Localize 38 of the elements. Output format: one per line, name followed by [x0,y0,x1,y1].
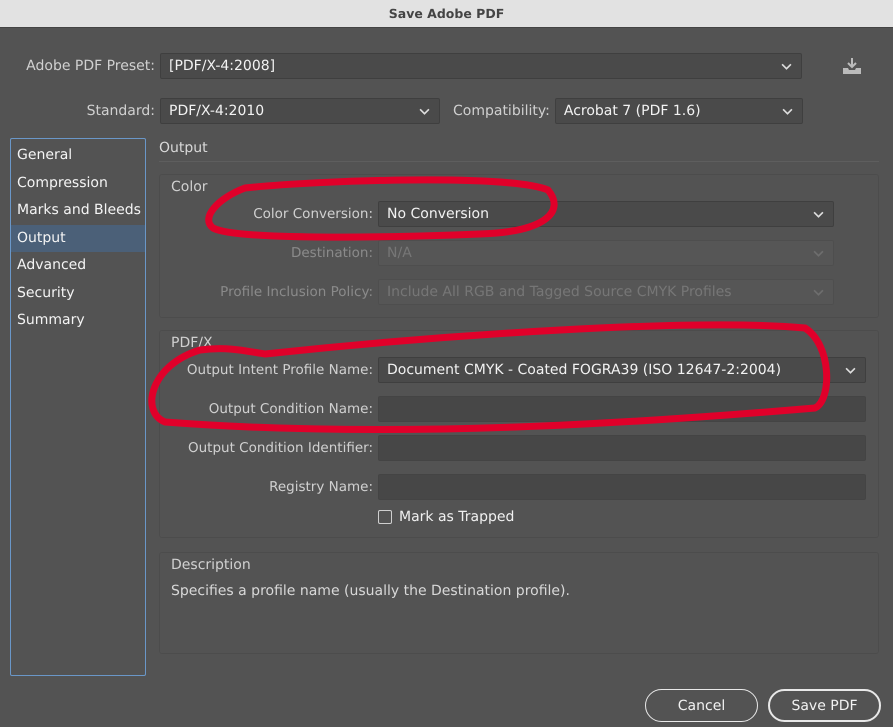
group-title: Color [171,179,209,195]
compatibility-label: Compatibility: [453,103,550,119]
checkbox-label: Mark as Trapped [399,509,514,525]
chevron-down-icon [813,210,824,218]
description-text: Specifies a profile name (usually the Destination profile). [171,583,571,599]
cancel-button[interactable]: Cancel [645,689,758,722]
sidebar-item[interactable]: General [11,142,145,170]
sidebar-item[interactable]: Marks and Bleeds [11,197,145,224]
field-label: Registry Name: [268,479,373,495]
chevron-down-icon [813,250,824,256]
preset-label: Adobe PDF Preset: [25,58,155,74]
standard-dropdown[interactable]: PDF/X-4:2010 [160,98,440,124]
window-title: Save Adobe PDF [388,6,504,21]
chevron-down-icon [781,62,792,70]
group-title: Description [171,557,252,573]
chevron-down-icon [419,108,430,114]
preset-dropdown[interactable]: [PDF/X-4:2008] [160,53,802,79]
chevron-down-icon [845,366,856,374]
dropdown[interactable]: No Conversion [378,201,834,227]
sidebar-item[interactable]: Compression [11,170,145,197]
sidebar-item[interactable]: Summary [11,307,145,334]
compatibility-dropdown[interactable]: Acrobat 7 (PDF 1.6) [554,98,803,124]
group-title: PDF/X [171,335,214,351]
sidebar-item[interactable]: Security [11,280,145,307]
dropdown[interactable]: Document CMYK - Coated FOGRA39 (ISO 12647-2:2004) [378,357,866,383]
field-label: Output Condition Name: [208,401,373,417]
field-label: Output Condition Identifier: [186,440,373,456]
save-preset-icon[interactable] [842,57,862,75]
field-label: Output Intent Profile Name: [186,362,373,378]
checkbox[interactable] [378,510,392,524]
standard-label: Standard: [86,103,155,119]
field-label: Color Conversion: [252,206,373,222]
sidebar-item[interactable]: Output [11,224,145,252]
save-button[interactable]: Save PDF [768,689,881,722]
section-title: Output [159,140,208,156]
chevron-down-icon [813,288,824,296]
sidebar-item[interactable]: Advanced [11,252,145,280]
chevron-down-icon [782,108,793,114]
